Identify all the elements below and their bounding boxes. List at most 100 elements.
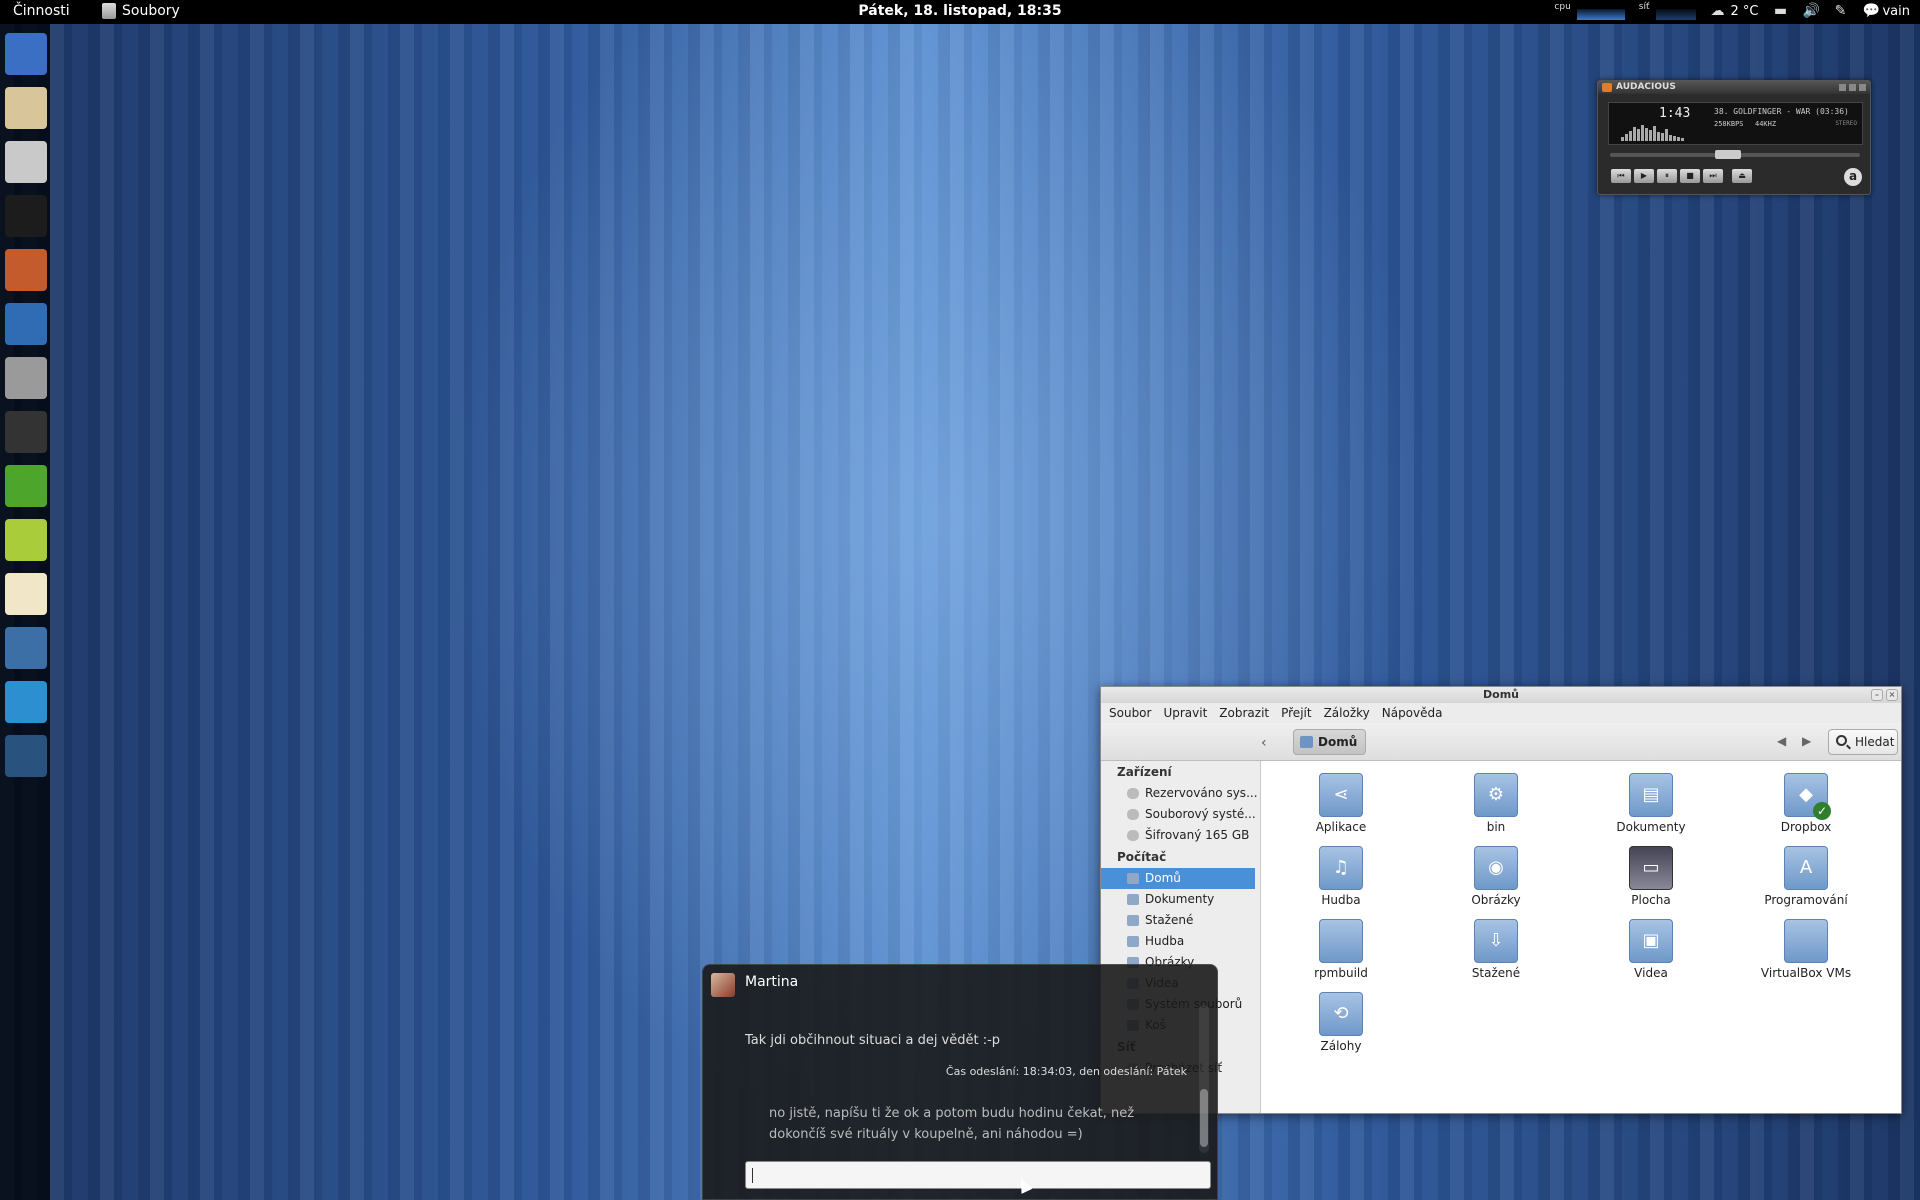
dash-mail-icon[interactable] — [5, 87, 47, 129]
stop-button[interactable]: ■ — [1680, 169, 1700, 183]
file-item[interactable]: ⟲ Zálohy — [1281, 992, 1401, 1053]
file-item[interactable]: ◆Dropbox — [1746, 773, 1866, 834]
file-item[interactable]: ⇩ Stažené — [1436, 919, 1556, 980]
breadcrumb-home[interactable]: Domů — [1293, 729, 1367, 755]
file-item[interactable]: VirtualBox VMs — [1746, 919, 1866, 980]
sidebar-item-label: Šifrovaný 165 GB — [1145, 828, 1250, 842]
file-item[interactable]: ◉ Obrázky — [1436, 846, 1556, 907]
sidebar-item[interactable]: Rezervováno sys... — [1101, 783, 1260, 804]
folder-icon: ◉ — [1474, 846, 1518, 890]
dash-terminal-icon[interactable] — [5, 195, 47, 237]
dash-idea-icon[interactable] — [5, 519, 47, 561]
dash-video-icon[interactable] — [5, 735, 47, 777]
bitrate: 258KBPS — [1714, 120, 1744, 128]
user-menu[interactable]: 💬 vain — [1862, 3, 1910, 19]
app-menu[interactable]: Soubory — [102, 3, 180, 19]
file-item[interactable]: ⚙ bin — [1436, 773, 1556, 834]
audacious-player[interactable]: AUDACIOUS 1:43 38. GOLDFINGER - WAR (03:… — [1597, 80, 1871, 195]
files-app-icon — [102, 3, 116, 19]
seek-knob[interactable] — [1715, 150, 1741, 159]
close-icon[interactable] — [1859, 84, 1866, 91]
chat-reply-input[interactable] — [745, 1161, 1211, 1189]
dash-audacious-icon[interactable] — [5, 411, 47, 453]
sidebar-item[interactable]: Domů — [1101, 868, 1255, 889]
window-titlebar[interactable]: Domů – × — [1101, 687, 1901, 703]
visualizer-bar — [1669, 135, 1672, 141]
sidebar-item-label: Domů — [1145, 871, 1181, 885]
nav-previous-icon[interactable]: ◀ — [1777, 734, 1786, 748]
file-item[interactable]: A Programování — [1746, 846, 1866, 907]
close-icon[interactable]: × — [1886, 689, 1898, 701]
sidebar-header-computer: Počítač — [1117, 850, 1167, 864]
pause-button[interactable]: ⏸ — [1657, 169, 1677, 183]
file-item[interactable]: ▣ Videa — [1591, 919, 1711, 980]
nav-next-icon[interactable]: ▶ — [1802, 734, 1811, 748]
menu-item[interactable]: Přejít — [1281, 703, 1311, 723]
dash-irc-icon[interactable] — [5, 465, 47, 507]
audacious-menu-button[interactable]: a — [1844, 168, 1862, 186]
folder-icon — [1784, 919, 1828, 963]
file-item[interactable]: ▤ Dokumenty — [1591, 773, 1711, 834]
pen-icon[interactable]: ✎ — [1832, 3, 1848, 19]
eject-button[interactable]: ⏏ — [1732, 169, 1752, 183]
drive-icon — [1127, 830, 1139, 841]
chat-scrollbar[interactable] — [1199, 1005, 1209, 1153]
network-monitor[interactable]: síť — [1639, 2, 1696, 20]
file-item[interactable]: ▭ Plocha — [1591, 846, 1711, 907]
play-button[interactable]: ▶ — [1634, 169, 1654, 183]
dash-chromium-icon[interactable] — [5, 33, 47, 75]
sidebar-item[interactable]: Souborový systé... — [1101, 804, 1260, 825]
cpu-label: cpu — [1554, 2, 1571, 12]
system-tray: cpu síť ☁ 2 °C ▬ 🔊 ✎ 💬 vain — [1554, 2, 1910, 20]
folder-icon — [1127, 936, 1139, 947]
cpu-monitor[interactable]: cpu — [1554, 2, 1625, 20]
message-timestamp: Čas odeslání: 18:34:03, den odeslání: Pá… — [945, 1065, 1187, 1078]
search-button[interactable]: Hledat — [1828, 729, 1898, 755]
activities-button[interactable]: Činnosti — [13, 3, 70, 19]
sidebar-item[interactable]: Šifrovaný 165 GB — [1101, 825, 1260, 846]
volume-icon[interactable]: 🔊 — [1802, 3, 1819, 19]
minimize-icon[interactable] — [1839, 84, 1846, 91]
menu-item[interactable]: Zobrazit — [1219, 703, 1269, 723]
menu-item[interactable]: Nápověda — [1382, 703, 1443, 723]
file-item[interactable]: ♫ Hudba — [1281, 846, 1401, 907]
previous-button[interactable]: ⏮ — [1611, 169, 1631, 183]
dash-monitor-icon[interactable] — [5, 681, 47, 723]
menu-item[interactable]: Záložky — [1324, 703, 1370, 723]
seek-bar[interactable] — [1610, 150, 1860, 159]
dash-notes-icon[interactable] — [5, 573, 47, 615]
visualizer-bar — [1633, 127, 1636, 141]
chat-bubble-icon: 💬 — [1862, 3, 1880, 19]
visualizer-bar — [1681, 138, 1684, 141]
next-button[interactable]: ⏭ — [1703, 169, 1723, 183]
visualizer-bar — [1625, 134, 1628, 141]
dash-calculator-icon[interactable] — [5, 357, 47, 399]
visualizer-bar — [1653, 126, 1656, 141]
dash-writer-icon[interactable] — [5, 303, 47, 345]
chat-notification[interactable]: Martina Tak jdi občihnout situaci a dej … — [702, 964, 1218, 1200]
file-label: bin — [1486, 820, 1506, 834]
shade-icon[interactable] — [1849, 84, 1856, 91]
visualizer-bar — [1677, 137, 1680, 141]
audacious-titlebar[interactable]: AUDACIOUS — [1598, 81, 1870, 94]
folder-icon: ▣ — [1629, 919, 1673, 963]
dash-settings-icon[interactable] — [5, 627, 47, 669]
scrollbar-thumb[interactable] — [1200, 1089, 1208, 1147]
minimize-icon[interactable]: – — [1871, 689, 1883, 701]
weather-indicator[interactable]: ☁ 2 °C — [1710, 3, 1759, 19]
file-manager-window[interactable]: Domů – × Soubor Upravit Zobrazit Přejít Zálo… — [1100, 686, 1902, 1114]
menu-item[interactable]: Upravit — [1163, 703, 1207, 723]
sidebar-item[interactable]: Stažené — [1101, 910, 1260, 931]
sidebar-item[interactable]: Hudba — [1101, 931, 1260, 952]
dash-files-icon[interactable] — [5, 141, 47, 183]
file-item[interactable]: rpmbuild — [1281, 919, 1401, 980]
back-arrow-icon[interactable]: ‹ — [1261, 735, 1267, 751]
contact-name: Martina — [745, 974, 799, 990]
dash-paint-icon[interactable] — [5, 249, 47, 291]
sidebar-item[interactable]: Dokumenty — [1101, 889, 1260, 910]
search-label: Hledat — [1855, 735, 1895, 749]
menu-item[interactable]: Soubor — [1109, 703, 1151, 723]
file-item[interactable]: ⋖ Aplikace — [1281, 773, 1401, 834]
clock[interactable]: Pátek, 18. listopad, 18:35 — [858, 3, 1061, 19]
folder-icon[interactable]: ▬ — [1772, 3, 1788, 19]
